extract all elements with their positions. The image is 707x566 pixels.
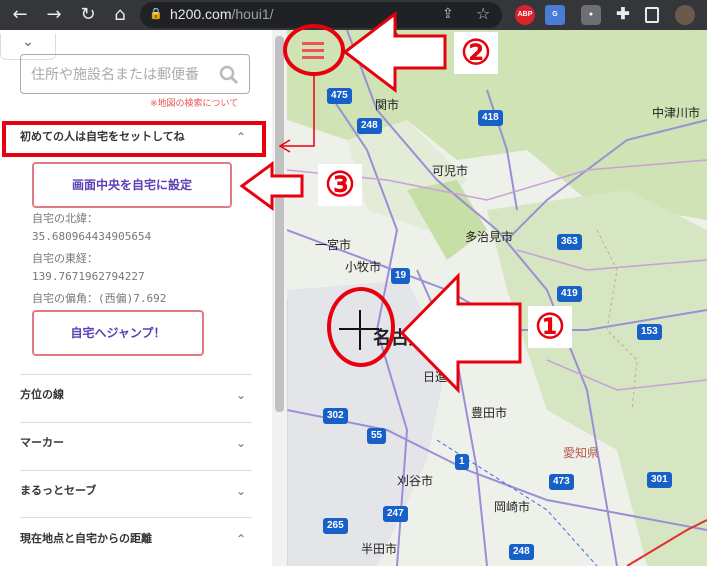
annotation-arrows <box>239 10 522 394</box>
annotation-number-1: ① <box>528 306 572 348</box>
annotation-number-3: ③ <box>318 164 362 206</box>
annotation-number-2: ② <box>454 32 498 74</box>
